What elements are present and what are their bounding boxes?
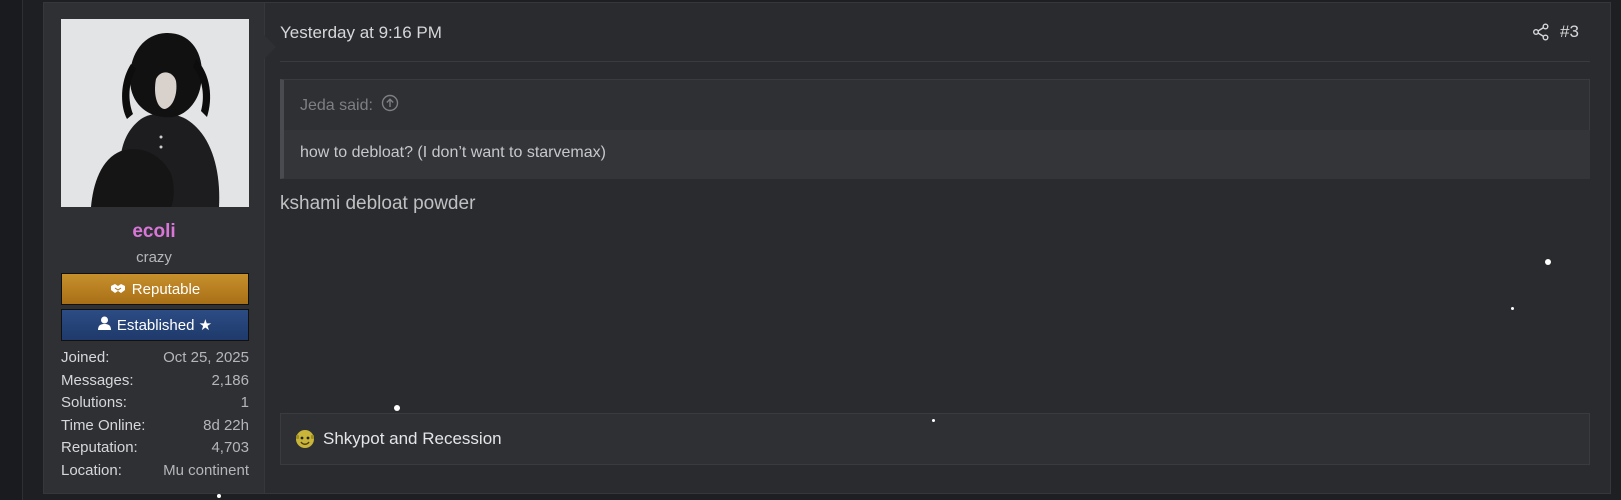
banner-label: Reputable: [131, 280, 201, 298]
post-meta: Yesterday at 9:16 PM #3: [280, 3, 1590, 62]
stat-time-online: Time Online: 8d 22h: [61, 415, 249, 438]
arrow-up-circle-icon[interactable]: [381, 94, 399, 117]
quote-block: Jeda said: how to debloat? (I don’t want…: [280, 79, 1590, 179]
stat-location: Location: Mu continent: [61, 460, 249, 483]
stat-value: 1: [240, 394, 249, 411]
user-title: crazy: [136, 249, 172, 266]
decorative-sparkle: [1511, 307, 1514, 310]
stat-key: Solutions:: [61, 394, 127, 411]
banner-reputable: Reputable: [61, 273, 249, 305]
banner-label: Established ★: [116, 317, 213, 334]
left-rail: [0, 0, 23, 500]
handshake-icon: [110, 281, 126, 298]
stat-key: Location:: [61, 461, 122, 479]
post-main: Yesterday at 9:16 PM #3 Jeda said: how t…: [280, 3, 1590, 493]
post-number[interactable]: #3: [1560, 22, 1579, 42]
user-info-panel: ecoli crazy Reputable Established ★ Join…: [44, 3, 276, 493]
post-date[interactable]: Yesterday at 9:16 PM: [280, 23, 442, 43]
stat-value: 8d 22h: [203, 416, 249, 434]
shrek-emoji-icon: [295, 429, 315, 449]
user-icon: [97, 316, 111, 334]
decorative-sparkle: [394, 405, 400, 411]
stat-value[interactable]: 2,186: [211, 370, 249, 393]
page: ecoli crazy Reputable Established ★ Join…: [0, 0, 1621, 500]
share-icon[interactable]: [1532, 23, 1550, 41]
quote-header[interactable]: Jeda said:: [300, 94, 399, 117]
user-avatar[interactable]: [61, 19, 249, 207]
stat-key: Joined:: [61, 349, 110, 366]
stat-value: Oct 25, 2025: [163, 349, 249, 366]
stat-key: Reputation:: [61, 439, 138, 456]
forum-post: ecoli crazy Reputable Established ★ Join…: [43, 2, 1611, 494]
decorative-sparkle: [1545, 259, 1551, 265]
decorative-sparkle: [932, 419, 935, 422]
post-message: kshami debloat powder: [280, 193, 476, 214]
stat-key: Time Online:: [61, 416, 146, 434]
stat-reputation: Reputation: 4,703: [61, 437, 249, 460]
quote-text: how to debloat? (I don’t want to starvem…: [300, 144, 606, 161]
stat-messages: Messages: 2,186: [61, 370, 249, 393]
stat-key: Messages:: [61, 371, 134, 389]
user-avatar-photo: [61, 19, 249, 207]
username[interactable]: ecoli: [44, 221, 264, 243]
quote-author[interactable]: Jeda said:: [300, 97, 373, 115]
user-stats: Joined: Oct 25, 2025 Messages: 2,186 Sol…: [61, 347, 249, 482]
decorative-sparkle: [217, 494, 221, 498]
stat-value[interactable]: Mu continent: [163, 460, 249, 483]
stat-value[interactable]: 4,703: [211, 437, 249, 460]
signature: Shkypot and Recession: [280, 413, 1590, 465]
banner-established: Established ★: [61, 309, 249, 341]
stat-joined: Joined: Oct 25, 2025: [61, 347, 249, 370]
stat-solutions: Solutions: 1: [61, 392, 249, 415]
quote-body: how to debloat? (I don’t want to starvem…: [284, 130, 1590, 179]
signature-text: Shkypot and Recession: [323, 429, 502, 448]
